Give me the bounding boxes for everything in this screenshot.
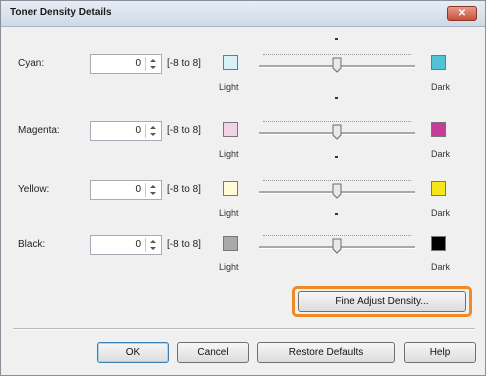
- light-swatch: [223, 181, 238, 196]
- dark-swatch: [431, 236, 446, 251]
- spin-up-button[interactable]: [147, 238, 158, 245]
- spin-up-button[interactable]: [147, 183, 158, 190]
- row-label: Magenta:: [18, 125, 60, 136]
- chevron-up-icon: [150, 59, 156, 62]
- light-label: Light: [219, 149, 239, 159]
- slider-thumb[interactable]: [332, 183, 342, 199]
- spin-arrows: [145, 238, 159, 252]
- light-swatch: [223, 55, 238, 70]
- dark-swatch: [431, 55, 446, 70]
- chevron-up-icon: [150, 240, 156, 243]
- range-label: [-8 to 8]: [167, 184, 201, 195]
- spin-arrows: [145, 183, 159, 197]
- fine-adjust-density-button[interactable]: Fine Adjust Density...: [298, 291, 466, 312]
- spin-arrows: [145, 57, 159, 71]
- light-label: Light: [219, 262, 239, 272]
- dark-label: Dark: [431, 149, 451, 159]
- spin-down-button[interactable]: [147, 190, 158, 197]
- magenta-density-input[interactable]: 0: [90, 121, 162, 141]
- chevron-down-icon: [150, 66, 156, 69]
- chevron-down-icon: [150, 192, 156, 195]
- default-marker: [334, 97, 338, 99]
- dark-swatch: [431, 122, 446, 137]
- range-label: [-8 to 8]: [167, 58, 201, 69]
- dark-label: Dark: [431, 262, 451, 272]
- range-label: [-8 to 8]: [167, 125, 201, 136]
- slider-thumb[interactable]: [332, 57, 342, 73]
- dialog-window: Toner Density Details ✕ Cyan: 0 [-8 to 8…: [0, 0, 486, 376]
- dark-label: Dark: [431, 82, 451, 92]
- chevron-down-icon: [150, 247, 156, 250]
- chevron-up-icon: [150, 185, 156, 188]
- close-icon: ✕: [457, 8, 467, 19]
- yellow-density-input[interactable]: 0: [90, 180, 162, 200]
- spin-arrows: [145, 124, 159, 138]
- range-label: [-8 to 8]: [167, 239, 201, 250]
- spin-down-button[interactable]: [147, 64, 158, 71]
- row-label: Yellow:: [18, 184, 50, 195]
- slider-thumb[interactable]: [332, 238, 342, 254]
- chevron-down-icon: [150, 133, 156, 136]
- cyan-density-input[interactable]: 0: [90, 54, 162, 74]
- dark-label: Dark: [431, 208, 451, 218]
- light-swatch: [223, 236, 238, 251]
- default-marker: [334, 213, 338, 215]
- light-label: Light: [219, 208, 239, 218]
- spin-down-button[interactable]: [147, 131, 158, 138]
- chevron-up-icon: [150, 126, 156, 129]
- row-label: Black:: [18, 239, 46, 250]
- title-bar: Toner Density Details ✕: [1, 1, 485, 27]
- divider: [13, 328, 475, 330]
- close-button[interactable]: ✕: [447, 6, 477, 21]
- dark-swatch: [431, 181, 446, 196]
- spin-value: 0: [135, 239, 141, 250]
- cancel-button[interactable]: Cancel: [177, 342, 249, 363]
- slider-thumb[interactable]: [332, 124, 342, 140]
- spin-up-button[interactable]: [147, 124, 158, 131]
- help-button[interactable]: Help: [404, 342, 476, 363]
- default-marker: [334, 38, 338, 40]
- spin-value: 0: [135, 58, 141, 69]
- ok-button[interactable]: OK: [97, 342, 169, 363]
- light-swatch: [223, 122, 238, 137]
- row-label: Cyan:: [18, 58, 45, 69]
- dialog-title: Toner Density Details: [10, 7, 112, 18]
- spin-down-button[interactable]: [147, 245, 158, 252]
- default-marker: [334, 156, 338, 158]
- light-label: Light: [219, 82, 239, 92]
- spin-up-button[interactable]: [147, 57, 158, 64]
- black-density-input[interactable]: 0: [90, 235, 162, 255]
- restore-defaults-button[interactable]: Restore Defaults: [257, 342, 395, 363]
- spin-value: 0: [135, 184, 141, 195]
- spin-value: 0: [135, 125, 141, 136]
